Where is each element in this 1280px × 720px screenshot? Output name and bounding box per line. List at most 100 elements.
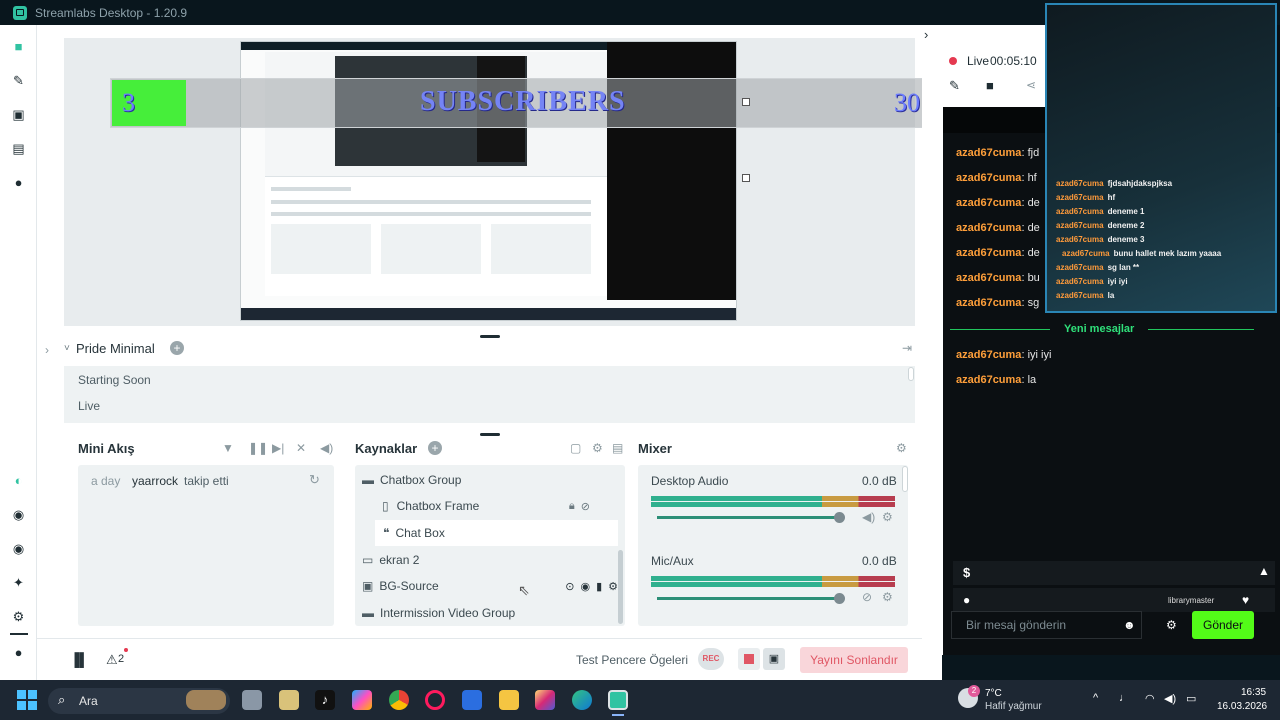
instagram-icon[interactable] [535,690,555,710]
source-item[interactable]: ▬ Chatbox Group [362,467,618,493]
record-button[interactable]: REC [698,648,724,670]
chat-username[interactable]: azad67cuma [956,272,1021,284]
scene-collection-name[interactable]: Pride Minimal [76,341,155,356]
speaker-icon[interactable]: ◀) [862,510,875,524]
copilot-icon[interactable] [352,690,372,710]
chat-username[interactable]: azad67cuma [956,172,1021,184]
source-item[interactable]: ▯ Chatbox Frame 🔒︎ ⊘ [382,493,618,519]
hidden-eye-icon[interactable]: ⊘ [581,500,590,513]
apps-icon[interactable]: ◉ [11,541,26,556]
scene-scrollbar[interactable] [908,367,914,381]
volume-slider-track[interactable] [657,516,839,519]
volume-tray-icon[interactable]: ◀) [1164,692,1176,705]
chat-username[interactable]: azad67cuma [956,247,1021,259]
transform-handle[interactable] [742,98,750,106]
store-app-icon[interactable] [462,690,482,710]
themes-icon[interactable]: ✎ [11,73,26,88]
volume-icon[interactable]: ◀) [320,441,333,455]
filter-icon[interactable]: ▼ [222,441,234,455]
skip-icon[interactable]: ▶| [272,441,284,455]
expand-chevron-icon[interactable]: › [45,343,49,357]
chat-username[interactable]: azad67cuma [956,197,1021,209]
test-widgets-button[interactable]: Test Pencere Ögeleri [576,653,688,667]
feed-event-user[interactable]: yaarrock [132,474,178,488]
task-view-icon[interactable] [242,690,262,710]
pause-icon[interactable]: ❚❚ [248,441,268,455]
source-group-icon[interactable]: ▢ [570,441,581,455]
source-item-selected[interactable]: ❝ Chat Box [375,520,618,546]
collapse-chat-icon[interactable]: › [924,27,928,42]
store-icon[interactable]: ▣ [11,107,26,122]
source-item[interactable]: ▭ ekran 2 [362,547,618,573]
highlighter-icon[interactable]: ▤ [11,141,26,156]
rocket-icon[interactable]: ▲ [1258,564,1270,578]
sources-scrollbar[interactable] [618,550,623,624]
profile-icon[interactable]: ● [11,645,26,660]
edge-icon[interactable] [572,690,592,710]
mixer-settings-icon[interactable]: ⚙ [896,441,907,455]
alerts-icon[interactable]: ⚠ [106,652,118,668]
mute-alerts-icon[interactable]: ✕ [296,441,306,455]
resize-handle[interactable] [480,335,500,338]
clock-date[interactable]: 16.03.2026 [1217,701,1267,712]
ai-icon[interactable]: ✦ [11,575,26,590]
collapse-chevron-icon[interactable]: ˅ [64,343,70,354]
mixer-scrollbar[interactable] [902,466,908,492]
resize-handle[interactable] [480,433,500,436]
file-explorer-icon[interactable] [499,690,519,710]
collapse-panel-icon[interactable]: ⇥ [902,341,912,355]
emoji-icon[interactable]: ☻ [1123,618,1136,632]
unlock-icon[interactable]: ⊙ [565,580,574,593]
dollar-icon[interactable]: $ [963,565,970,580]
mic-muted-icon[interactable]: ⊘ [862,590,872,604]
camera-icon[interactable]: ■ [986,78,994,93]
replay-icon[interactable]: ↻ [309,472,320,488]
user-icon[interactable]: ● [963,593,970,607]
volume-slider-knob[interactable] [834,593,845,604]
microphone-icon[interactable]: ♩ [1119,692,1130,704]
show-hidden-icons-icon[interactable]: ^ [1093,692,1098,704]
weather-desc[interactable]: Hafif yağmur [985,701,1042,712]
heart-icon[interactable]: ♥ [1242,593,1249,607]
volume-slider-track[interactable] [657,597,839,600]
layout-icon[interactable]: ◐ [11,473,26,488]
gear-icon[interactable]: ⚙ [608,580,618,593]
media-icon[interactable]: ● [11,175,26,190]
wifi-icon[interactable]: ◠ [1145,692,1155,705]
trash-icon[interactable]: ▮ [596,580,602,593]
chat-username[interactable]: azad67cuma [956,297,1021,309]
battery-icon[interactable]: ▭ [1186,692,1196,705]
channel-settings-icon[interactable]: ⚙ [882,510,893,524]
editor-icon[interactable]: ■ [11,39,26,54]
share-icon[interactable]: ⋖ [1026,78,1036,92]
weather-temp[interactable]: 7°C [985,688,1002,699]
chat-username[interactable]: azad67cuma [956,349,1021,361]
clock-time[interactable]: 16:35 [1241,687,1266,698]
app-icon[interactable] [279,690,299,710]
scene-item-live[interactable]: Live [78,399,100,413]
channel-settings-icon[interactable]: ⚙ [882,590,893,604]
send-button[interactable]: Gönder [1192,611,1254,639]
chat-username[interactable]: azad67cuma [956,222,1021,234]
chrome-icon[interactable] [389,690,409,710]
source-props-icon[interactable]: ⚙ [592,441,603,455]
save-replay-button[interactable]: ▣ [763,648,785,670]
tiktok-icon[interactable]: ♪ [315,690,335,710]
transform-handle[interactable] [742,174,750,182]
stop-replay-button[interactable] [738,648,760,670]
settings-icon[interactable]: ⚙ [11,609,26,624]
chat-settings-icon[interactable]: ⚙ [1166,618,1177,632]
add-source-icon[interactable]: + [428,441,442,455]
chat-username[interactable]: azad67cuma [956,374,1021,386]
chat-username[interactable]: azad67cuma [956,147,1021,159]
scene-item-starting-soon[interactable]: Starting Soon [78,373,151,387]
stats-icon[interactable]: ▐▌ [70,652,88,667]
windows-start-icon[interactable] [17,690,37,710]
integrations-icon[interactable]: ◉ [11,507,26,522]
add-scene-icon[interactable]: + [170,341,184,355]
lock-icon[interactable]: 🔒︎ [569,500,575,513]
opera-gx-icon[interactable] [425,690,445,710]
end-stream-button[interactable]: Yayını Sonlandır [800,647,908,673]
streamlabs-taskbar-icon[interactable] [608,690,628,710]
volume-slider-knob[interactable] [834,512,845,523]
